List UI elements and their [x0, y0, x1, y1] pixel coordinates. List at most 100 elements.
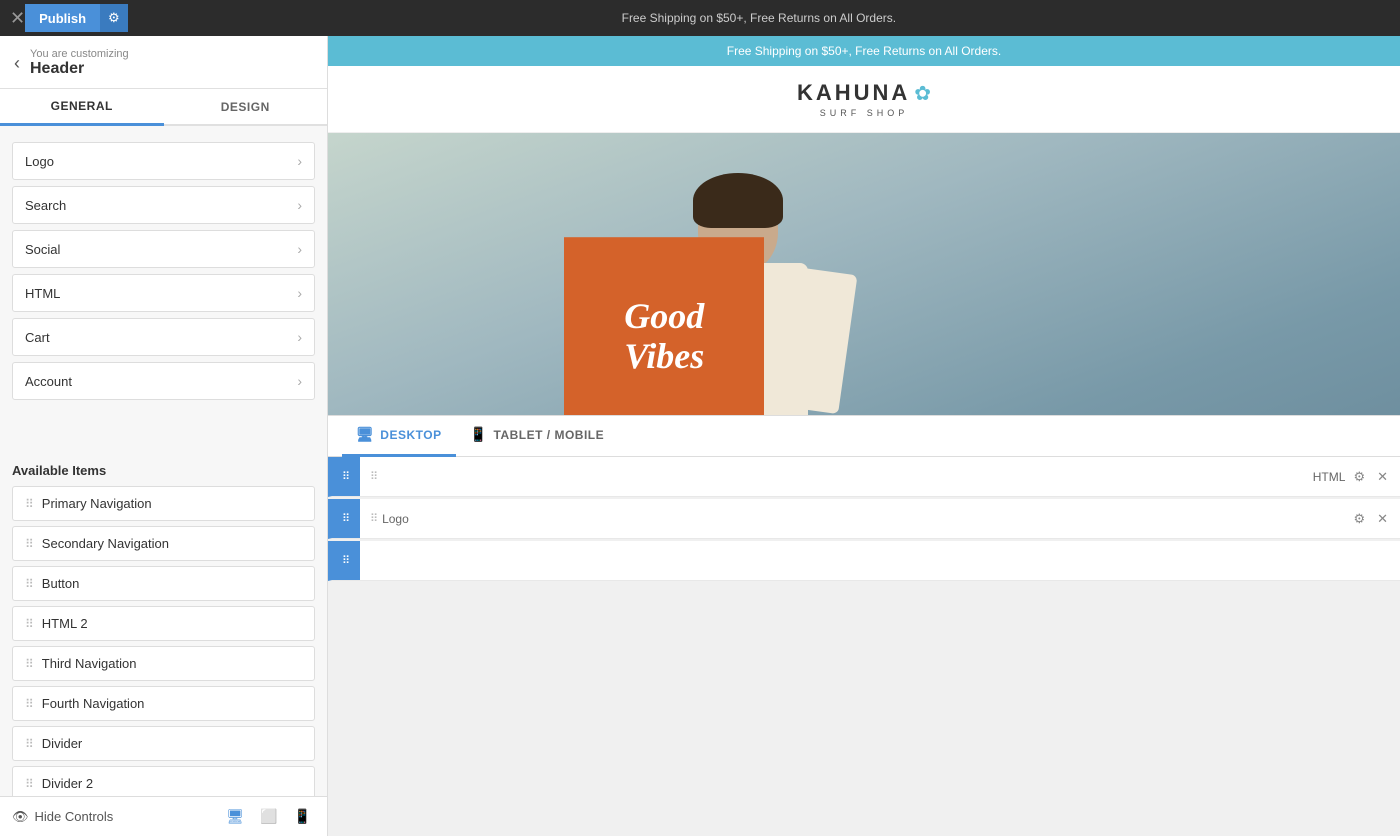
- main-layout: ‹ You are customizing Header GENERAL DES…: [0, 36, 1400, 836]
- drag-item-primary-nav[interactable]: ⠿ Primary Navigation: [12, 486, 315, 521]
- desktop-icon: 🖥: [356, 426, 374, 443]
- drag-handle-icon: ⠿: [25, 617, 34, 631]
- store-logo: KAHUNA ✿ SURF SHOP: [797, 80, 931, 118]
- drag-item-label: Button: [42, 576, 80, 591]
- menu-item-search[interactable]: Search ›: [12, 186, 315, 224]
- left-panel: ‹ You are customizing Header GENERAL DES…: [0, 36, 328, 836]
- customizing-header: ‹ You are customizing Header: [0, 36, 327, 89]
- logo-row-label: Logo: [382, 512, 409, 526]
- html-gear-button[interactable]: ⚙: [1349, 467, 1369, 487]
- builder-row-logo: ⠿ ⠿ Logo ⚙ ✕: [328, 499, 1400, 539]
- row-drag-icon: ⠿: [370, 470, 378, 483]
- available-items-title: Available Items: [12, 463, 315, 478]
- drag-item-label: Divider 2: [42, 776, 93, 791]
- drag-item-label: Secondary Navigation: [42, 536, 169, 551]
- tablet-icon: 📱: [470, 426, 488, 443]
- storefront: Free Shipping on $50+, Free Returns on A…: [328, 36, 1400, 415]
- mobile-view-button[interactable]: 📱: [290, 806, 315, 827]
- drag-item-label: Primary Navigation: [42, 496, 152, 511]
- logo-line: KAHUNA ✿: [797, 80, 931, 106]
- tablet-view-button[interactable]: ⬜: [256, 806, 281, 827]
- menu-social-label: Social: [25, 242, 60, 257]
- drag-handle-icon: ⠿: [25, 737, 34, 751]
- view-icons: 🖥 ⬜ 📱: [222, 806, 315, 827]
- chevron-right-icon: ›: [297, 153, 302, 169]
- row-content: ⠿ Logo: [360, 512, 1349, 526]
- publish-main-button[interactable]: Publish: [25, 4, 100, 32]
- customizing-label: You are customizing: [30, 48, 129, 60]
- top-announcement: Free Shipping on $50+, Free Returns on A…: [128, 11, 1390, 25]
- desktop-tab-label: DESKTOP: [380, 428, 441, 442]
- row-logo-actions: ⚙ ✕: [1349, 509, 1392, 529]
- drag-item-label: Divider: [42, 736, 82, 751]
- header-title: Header: [30, 60, 129, 78]
- publish-gear-button[interactable]: ⚙: [100, 4, 128, 32]
- tablet-tab-label: TABLET / MOBILE: [494, 428, 605, 442]
- drag-item-third-nav[interactable]: ⠿ Third Navigation: [12, 646, 315, 681]
- drag-item-divider2[interactable]: ⠿ Divider 2: [12, 766, 315, 796]
- tab-general[interactable]: GENERAL: [0, 89, 164, 126]
- menu-account-label: Account: [25, 374, 72, 389]
- panel-tabs: GENERAL DESIGN: [0, 89, 327, 126]
- row-drag-icon: ⠿: [370, 512, 378, 525]
- menu-search-label: Search: [25, 198, 66, 213]
- good-vibes-box: Good Vibes: [564, 237, 764, 415]
- menu-item-social[interactable]: Social ›: [12, 230, 315, 268]
- menu-item-logo[interactable]: Logo ›: [12, 142, 315, 180]
- drag-handle-icon: ⠿: [25, 657, 34, 671]
- chevron-right-icon: ›: [297, 241, 302, 257]
- available-items-section: Available Items: [0, 455, 327, 486]
- back-button[interactable]: ‹: [14, 54, 20, 72]
- desktop-view-button[interactable]: 🖥: [222, 806, 248, 827]
- hero-content: Good Vibes TEE SHIRT COLLECTION MADE FOR…: [564, 237, 1320, 415]
- menu-logo-label: Logo: [25, 154, 54, 169]
- store-logo-name: KAHUNA: [797, 80, 910, 106]
- store-logo-sub: SURF SHOP: [820, 108, 909, 118]
- top-bar: ✕ Publish ⚙ Free Shipping on $50+, Free …: [0, 0, 1400, 36]
- menu-item-account[interactable]: Account ›: [12, 362, 315, 400]
- menu-item-cart[interactable]: Cart ›: [12, 318, 315, 356]
- drag-item-fourth-nav[interactable]: ⠿ Fourth Navigation: [12, 686, 315, 721]
- bottom-bar: 👁 Hide Controls 🖥 ⬜ 📱: [0, 796, 327, 836]
- customizing-titles: You are customizing Header: [30, 48, 129, 78]
- drag-item-secondary-nav[interactable]: ⠿ Secondary Navigation: [12, 526, 315, 561]
- drag-item-label: Third Navigation: [42, 656, 137, 671]
- drag-handle-icon: ⠿: [25, 697, 34, 711]
- drag-item-label: HTML 2: [42, 616, 88, 631]
- drag-handle-icon: ⠿: [25, 497, 34, 511]
- logo-gear-button[interactable]: ⚙: [1349, 509, 1369, 529]
- row-handle: ⠿: [332, 541, 360, 580]
- menu-cart-label: Cart: [25, 330, 50, 345]
- row-handle: ⠿: [332, 499, 360, 538]
- drag-handle-icon: ⠿: [25, 777, 34, 791]
- store-header: KAHUNA ✿ SURF SHOP: [328, 66, 1400, 133]
- preview-area: Free Shipping on $50+, Free Returns on A…: [328, 36, 1400, 836]
- menu-item-html[interactable]: HTML ›: [12, 274, 315, 312]
- row-html-actions: HTML ⚙ ✕: [1313, 467, 1392, 487]
- drag-item-label: Fourth Navigation: [42, 696, 145, 711]
- panel-content: Logo › Search › Social › HTML › Cart › A…: [0, 126, 327, 455]
- html-close-button[interactable]: ✕: [1373, 467, 1392, 487]
- preview-controls: 🖥 DESKTOP 📱 TABLET / MOBILE: [328, 415, 1400, 457]
- preview-tab-desktop[interactable]: 🖥 DESKTOP: [342, 415, 456, 457]
- drag-item-divider[interactable]: ⠿ Divider: [12, 726, 315, 761]
- builder-rows: ⠿ ⠿ HTML ⚙ ✕ ⠿ ⠿ Logo ⚙ ✕: [328, 457, 1400, 836]
- builder-row-html: ⠿ ⠿ HTML ⚙ ✕: [328, 457, 1400, 497]
- hide-controls-button[interactable]: 👁 Hide Controls: [12, 809, 113, 825]
- close-button[interactable]: ✕: [10, 9, 25, 27]
- drag-item-html2[interactable]: ⠿ HTML 2: [12, 606, 315, 641]
- hero-section: GoodVibes: [328, 133, 1400, 415]
- drag-item-button[interactable]: ⠿ Button: [12, 566, 315, 601]
- html-row-label: HTML: [1313, 470, 1346, 484]
- logo-close-button[interactable]: ✕: [1373, 509, 1392, 529]
- builder-row-empty: ⠿: [328, 541, 1400, 581]
- tab-design[interactable]: DESIGN: [164, 89, 328, 124]
- chevron-right-icon: ›: [297, 373, 302, 389]
- flower-icon: ✿: [914, 81, 931, 106]
- chevron-right-icon: ›: [297, 285, 302, 301]
- person-hair: [693, 173, 783, 228]
- preview-tab-tablet[interactable]: 📱 TABLET / MOBILE: [456, 415, 619, 457]
- available-items-list: ⠿ Primary Navigation ⠿ Secondary Navigat…: [0, 486, 327, 796]
- good-vibes-text: Good Vibes: [580, 298, 748, 377]
- drag-handle-icon: ⠿: [25, 577, 34, 591]
